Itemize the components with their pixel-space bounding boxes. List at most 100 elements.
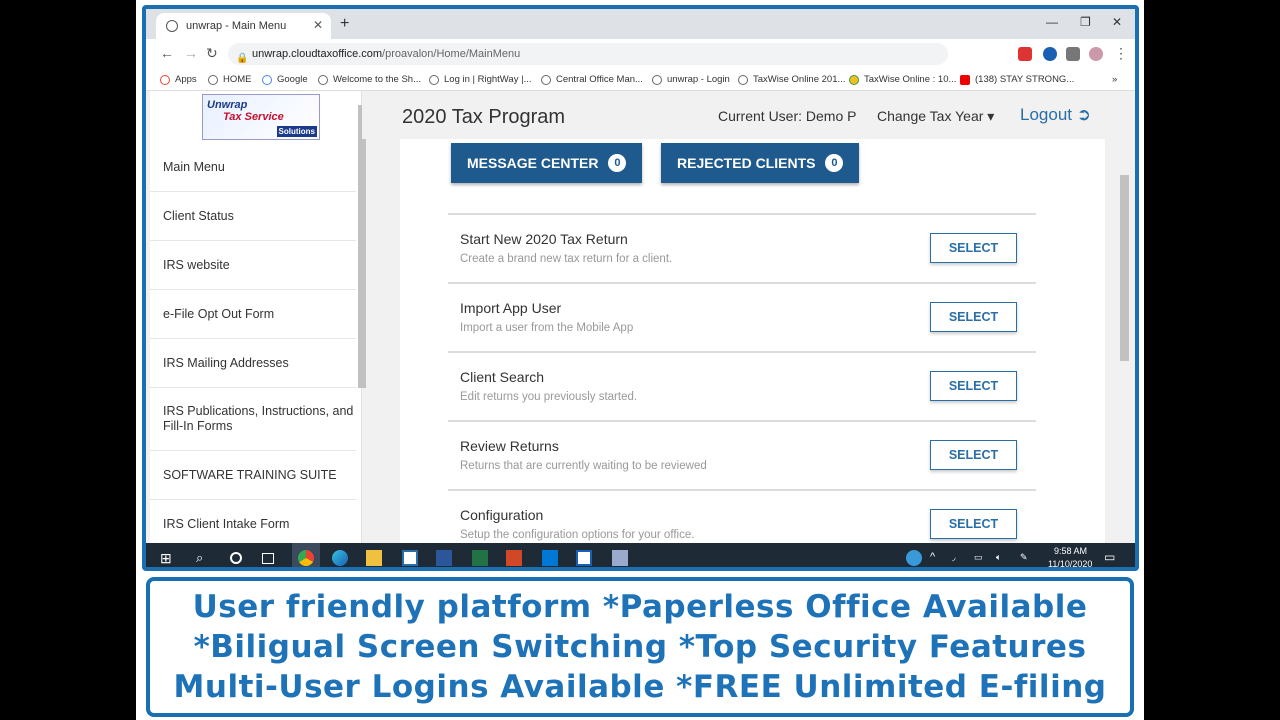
edge-icon[interactable] [332, 550, 348, 566]
profile-avatar[interactable] [1089, 47, 1103, 61]
bookmark-label: HOME [223, 74, 252, 85]
bookmarks-bar: Apps HOME Google Welcome to the Sh... Lo… [146, 69, 1135, 91]
menu-row-title: Configuration [460, 507, 544, 523]
company-logo[interactable]: Unwrap Tax Service Solutions [202, 94, 320, 140]
help-icon[interactable] [906, 550, 922, 566]
bookmark-rightway[interactable]: Log in | RightWay |... [429, 74, 531, 85]
back-button[interactable]: ← [160, 45, 174, 61]
minimize-button[interactable]: — [1046, 15, 1058, 29]
browser-tab-bar: unwrap - Main Menu ✕ + — ❐ ✕ [146, 9, 1135, 39]
promo-banner: User friendly platform *Paperless Office… [146, 577, 1134, 717]
sidebar-item-irs-publications[interactable]: IRS Publications, Instructions, and Fill… [150, 388, 356, 451]
sidebar-item-efile-opt-out[interactable]: e-File Opt Out Form [150, 290, 356, 339]
search-icon[interactable]: ⌕ [196, 550, 212, 566]
screenshot-frame: unwrap - Main Menu ✕ + — ❐ ✕ ← → ↻ 🔒 unw… [142, 5, 1139, 571]
bookmark-apps[interactable]: Apps [160, 74, 197, 85]
new-tab-button[interactable]: + [340, 15, 349, 33]
menu-row-start-new-return: Start New 2020 Tax Return Create a brand… [448, 213, 1036, 282]
select-button[interactable]: SELECT [930, 233, 1017, 263]
bookmarks-more-button[interactable]: » [1112, 74, 1117, 85]
chrome-icon[interactable] [298, 550, 314, 566]
mail-icon[interactable] [542, 550, 558, 566]
cortana-icon[interactable] [230, 552, 242, 564]
windows-start-icon[interactable]: ⊞ [160, 550, 176, 566]
select-button[interactable]: SELECT [930, 509, 1017, 539]
word-icon[interactable] [436, 550, 452, 566]
menu-row-description: Returns that are currently waiting to be… [460, 460, 707, 472]
bookmark-label: unwrap - Login [667, 74, 730, 85]
app-icon[interactable] [612, 550, 628, 566]
select-button[interactable]: SELECT [930, 371, 1017, 401]
puzzle-icon[interactable] [1066, 47, 1080, 61]
count-badge: 0 [825, 154, 844, 172]
store-icon[interactable] [402, 550, 418, 566]
tab-close-icon[interactable]: ✕ [313, 18, 323, 32]
app-icon[interactable] [576, 550, 592, 566]
rejected-clients-button[interactable]: REJECTED CLIENTS 0 [661, 143, 860, 183]
globe-icon [318, 74, 328, 85]
sidebar-item-irs-mailing[interactable]: IRS Mailing Addresses [150, 339, 356, 388]
google-icon [262, 74, 272, 85]
maximize-button[interactable]: ❐ [1080, 15, 1091, 29]
sidebar-item-training-suite[interactable]: SOFTWARE TRAINING SUITE [150, 451, 356, 500]
window-close-button[interactable]: ✕ [1112, 15, 1122, 29]
logo-text: Tax Service [223, 111, 284, 123]
bookmark-youtube[interactable]: (138) STAY STRONG... [960, 74, 1074, 85]
pen-icon[interactable]: ✎ [1020, 552, 1028, 563]
button-label: REJECTED CLIENTS [677, 155, 816, 171]
powerpoint-icon[interactable] [506, 550, 522, 566]
volume-icon[interactable]: 🔈︎ [996, 552, 1001, 563]
bookmark-label: Welcome to the Sh... [333, 74, 422, 85]
menu-row-title: Import App User [460, 300, 562, 316]
select-button[interactable]: SELECT [930, 302, 1017, 332]
youtube-icon [960, 74, 970, 85]
select-button[interactable]: SELECT [930, 440, 1017, 470]
bookmark-label: Log in | RightWay |... [444, 74, 532, 85]
bookmark-google[interactable]: Google [262, 74, 308, 85]
sidebar-item-client-status[interactable]: Client Status [150, 192, 356, 241]
menu-row-title: Start New 2020 Tax Return [460, 231, 628, 247]
extension-icon[interactable] [1043, 47, 1057, 61]
message-center-button[interactable]: MESSAGE CENTER 0 [451, 143, 643, 183]
sidebar-item-main-menu[interactable]: Main Menu [150, 143, 356, 192]
browser-menu-icon[interactable]: ⋮ [1114, 45, 1128, 62]
globe-icon [429, 74, 439, 85]
count-badge: 0 [608, 154, 627, 172]
promo-line: *Biligual Screen Switching *Top Security… [193, 629, 1087, 665]
sidebar-item-irs-website[interactable]: IRS website [150, 241, 356, 290]
sidebar-item-intake-form[interactable]: IRS Client Intake Form [150, 500, 356, 549]
logo-text: Unwrap [207, 99, 248, 111]
bookmark-taxwise-10[interactable]: TaxWise Online : 10... [849, 74, 956, 85]
main-menu-list: Start New 2020 Tax Return Create a brand… [448, 213, 1036, 558]
bookmark-welcome[interactable]: Welcome to the Sh... [318, 74, 421, 85]
menu-row-client-search: Client Search Edit returns you previousl… [448, 351, 1036, 420]
logout-button[interactable]: Logout ➲ [1020, 105, 1091, 125]
reload-button[interactable]: ↻ [206, 45, 218, 62]
button-label: MESSAGE CENTER [467, 155, 599, 171]
notification-icon[interactable]: ▭ [1104, 550, 1115, 564]
change-tax-year-dropdown[interactable]: Change Tax Year ▾ [877, 108, 994, 125]
sidebar-scrollbar[interactable] [358, 105, 366, 388]
page-title: 2020 Tax Program [402, 106, 566, 128]
globe-icon [738, 74, 748, 85]
chevron-up-icon[interactable]: ^ [930, 551, 935, 563]
bookmark-unwrap-login[interactable]: unwrap - Login [652, 74, 730, 85]
menu-row-description: Import a user from the Mobile App [460, 322, 634, 334]
globe-icon [541, 74, 551, 85]
excel-icon[interactable] [472, 550, 488, 566]
task-view-icon[interactable] [262, 553, 274, 564]
lock-icon: 🔒 [236, 53, 249, 64]
battery-icon[interactable]: ▭ [974, 552, 983, 563]
url-field[interactable]: 🔒 unwrap.cloudtaxoffice.com/proavalon/Ho… [228, 43, 948, 65]
taskbar-time: 9:58 AM [1054, 546, 1088, 556]
file-explorer-icon[interactable] [366, 550, 382, 566]
bookmark-taxwise-201[interactable]: TaxWise Online 201... [738, 74, 845, 85]
browser-tab[interactable]: unwrap - Main Menu ✕ [156, 13, 331, 39]
forward-button[interactable]: → [184, 45, 198, 61]
bookmark-home[interactable]: HOME [208, 74, 252, 85]
bookmark-central-office[interactable]: Central Office Man... [541, 74, 643, 85]
main-panel: MESSAGE CENTER 0 REJECTED CLIENTS 0 Star… [400, 139, 1105, 543]
network-icon[interactable]: ◞ [952, 552, 956, 563]
main-scrollbar[interactable] [1120, 175, 1129, 361]
extension-icon[interactable] [1018, 47, 1032, 61]
